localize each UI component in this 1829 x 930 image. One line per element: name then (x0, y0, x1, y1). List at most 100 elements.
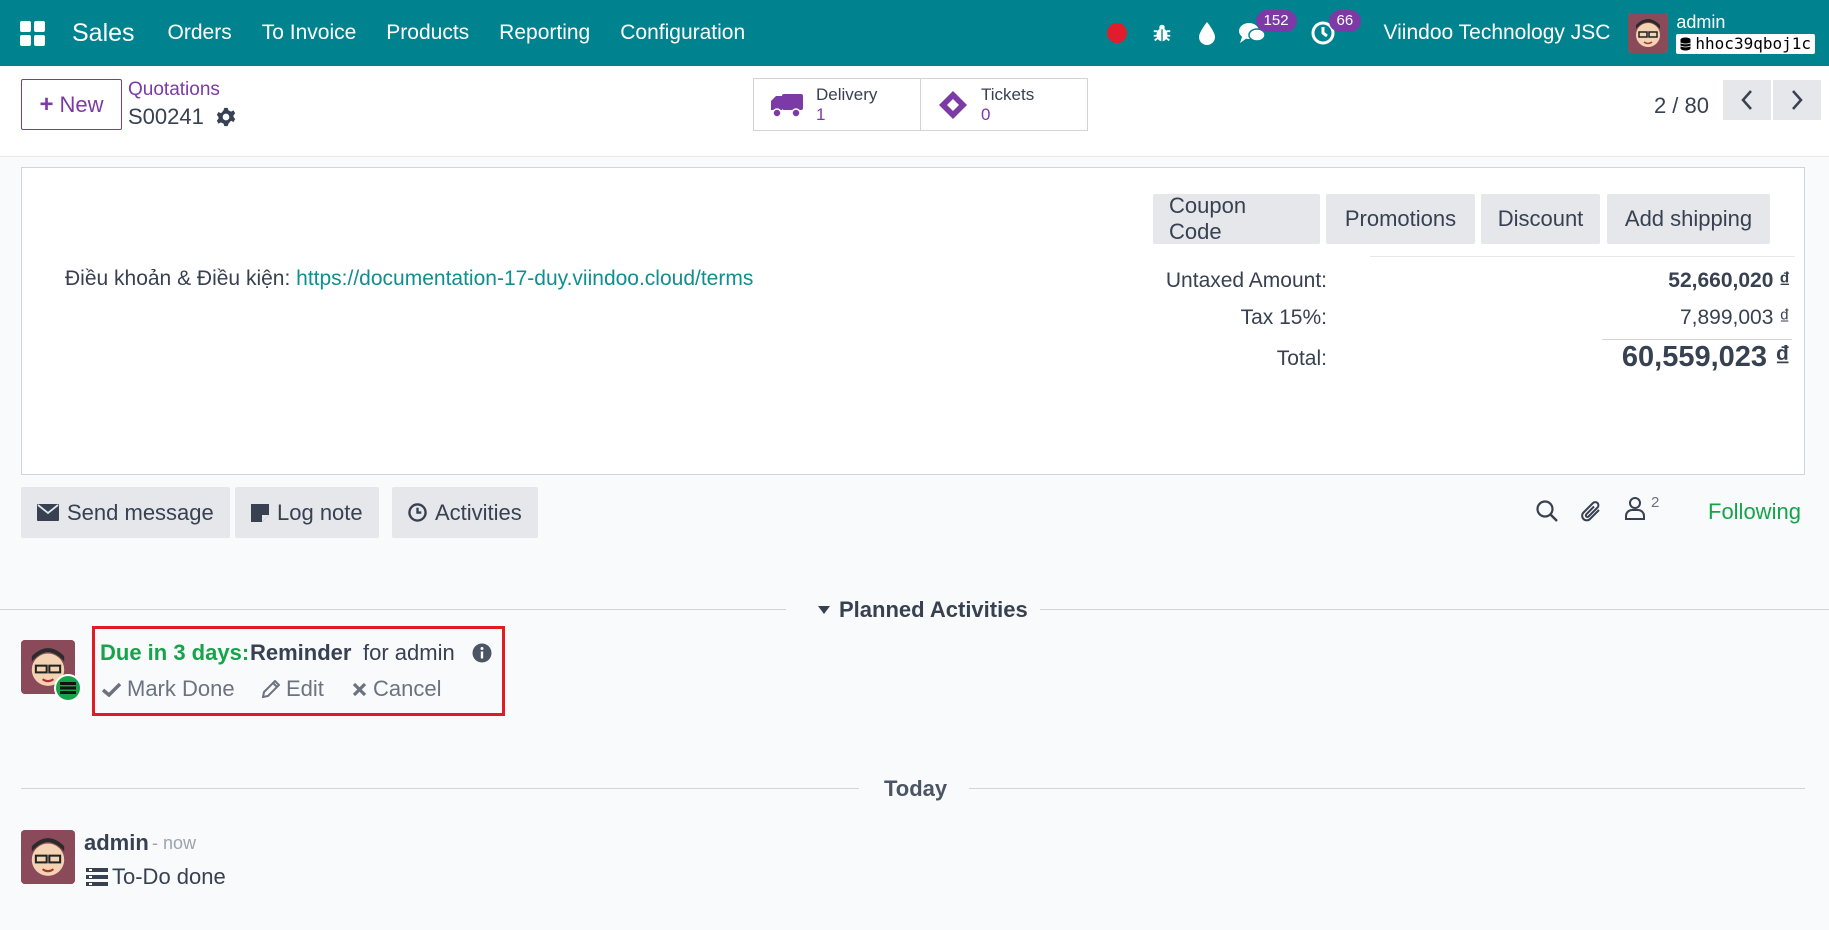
envelope-icon (37, 504, 59, 521)
new-button-label: New (59, 91, 104, 117)
message-author-avatar[interactable] (21, 830, 75, 884)
planned-activities-toggle[interactable]: Planned Activities (817, 597, 1028, 623)
terms-link[interactable]: https://documentation-17-duy.viindoo.clo… (296, 267, 753, 290)
cancel-label: Cancel (373, 676, 442, 701)
coupon-code-button[interactable]: Coupon Code (1153, 193, 1320, 244)
user-menu[interactable]: admin hhoc39qboj1c (1676, 13, 1815, 54)
log-note-button[interactable]: Log note (235, 487, 379, 538)
sticky-note-icon (251, 503, 269, 522)
caret-down-icon (818, 606, 830, 614)
record-name: S00241 (128, 104, 204, 129)
todo-list-icon (86, 868, 108, 886)
ticket-icon (939, 90, 967, 119)
tickets-count: 0 (981, 104, 991, 124)
paperclip-icon[interactable] (1580, 499, 1604, 525)
apps-menu-icon[interactable] (0, 0, 64, 66)
clock-icon (408, 503, 427, 522)
company-switcher[interactable]: Viindoo Technology JSC (1384, 21, 1611, 45)
new-button[interactable]: + New (21, 79, 122, 130)
user-avatar[interactable] (1628, 13, 1669, 53)
activity-assignee: for admin (363, 640, 455, 665)
followers-count: 2 (1651, 494, 1660, 511)
delivery-label: Delivery (816, 84, 878, 104)
control-panel: + New Quotations S00241 Delivery 1 Ticke… (0, 66, 1829, 157)
search-icon[interactable] (1535, 499, 1559, 523)
pager-next-button[interactable] (1773, 80, 1821, 120)
totals-divider (1370, 256, 1795, 257)
close-icon (352, 682, 367, 696)
add-shipping-button[interactable]: Add shipping (1607, 194, 1770, 244)
activities-count-badge: 66 (1328, 10, 1362, 32)
database-name: hhoc39qboj1c (1695, 33, 1811, 53)
activities-clock-icon[interactable]: 66 (1301, 0, 1362, 66)
today-divider-left (21, 788, 859, 789)
form-sheet: Coupon Code Promotions Discount Add ship… (21, 167, 1805, 475)
activities-label: Activities (435, 499, 522, 525)
tax-value: 7,899,003 ₫ (1679, 306, 1790, 329)
delivery-smart-button[interactable]: Delivery 1 (753, 78, 921, 131)
followers-button[interactable]: 2 (1624, 494, 1659, 525)
message-time: - now (152, 833, 197, 853)
messages-count-badge: 152 (1255, 10, 1297, 32)
pager-previous-button[interactable] (1723, 80, 1771, 120)
menu-reporting[interactable]: Reporting (499, 21, 590, 45)
messages-icon[interactable]: 152 (1230, 0, 1297, 66)
send-message-label: Send message (67, 499, 214, 525)
chevron-left-icon (1741, 90, 1752, 110)
tickets-label: Tickets (981, 84, 1035, 104)
database-badge: hhoc39qboj1c (1676, 33, 1815, 54)
check-icon (102, 682, 121, 697)
log-note-label: Log note (277, 499, 363, 525)
untaxed-amount-label: Untaxed Amount: (1165, 269, 1327, 292)
message-author[interactable]: admin (84, 830, 149, 856)
menu-products[interactable]: Products (386, 21, 469, 45)
following-button[interactable]: Following (1708, 499, 1801, 525)
mark-done-label: Mark Done (127, 676, 235, 701)
today-divider-right (969, 788, 1805, 789)
terms-conditions: Điều khoản & Điều kiện: https://document… (65, 267, 753, 291)
info-icon[interactable] (472, 643, 492, 663)
chevron-right-icon (1792, 90, 1803, 110)
mark-done-button[interactable]: Mark Done (102, 676, 235, 702)
gear-icon[interactable] (216, 107, 236, 127)
edit-label: Edit (286, 676, 324, 701)
edit-activity-button[interactable]: Edit (262, 676, 324, 702)
total-divider (1602, 339, 1792, 340)
app-name[interactable]: Sales (72, 19, 135, 48)
database-icon (1680, 37, 1692, 50)
today-title: Today (884, 776, 948, 801)
discount-button[interactable]: Discount (1481, 194, 1600, 244)
cancel-activity-button[interactable]: Cancel (352, 676, 441, 702)
menu-configuration[interactable]: Configuration (620, 21, 745, 45)
bug-icon[interactable] (1140, 0, 1185, 66)
activity-type: Reminder (250, 640, 352, 665)
message-body: To-Do done (86, 864, 226, 890)
total-label: Total: (1276, 347, 1327, 370)
promotions-button[interactable]: Promotions (1326, 194, 1475, 244)
planned-divider-right (1040, 609, 1829, 610)
pencil-icon (262, 680, 280, 698)
top-navbar: Sales Orders To Invoice Products Reporti… (0, 0, 1829, 66)
breadcrumb-quotations[interactable]: Quotations (128, 79, 220, 101)
menu-to-invoice[interactable]: To Invoice (262, 21, 357, 45)
color-drop-icon[interactable] (1185, 0, 1230, 66)
message-text: To-Do done (112, 864, 226, 889)
plus-icon: + (39, 90, 54, 118)
tickets-smart-button[interactable]: Tickets 0 (920, 78, 1088, 131)
user-name: admin (1676, 11, 1726, 32)
delivery-count: 1 (816, 104, 826, 124)
terms-label: Điều khoản & Điều kiện: (65, 267, 291, 290)
planned-activities-title: Planned Activities (839, 597, 1028, 622)
total-value: 60,559,023 ₫ (1621, 341, 1790, 373)
pager-value[interactable]: 2 / 80 (1654, 86, 1709, 126)
truck-icon (771, 93, 803, 118)
send-message-button[interactable]: Send message (21, 487, 230, 538)
tax-label: Tax 15%: (1240, 306, 1327, 329)
activity-due: Due in 3 days: (100, 640, 250, 665)
activities-button[interactable]: Activities (392, 487, 538, 538)
record-indicator-icon[interactable] (1095, 0, 1140, 66)
menu-orders[interactable]: Orders (168, 21, 232, 45)
user-icon (1625, 497, 1645, 520)
untaxed-amount-value: 52,660,020 ₫ (1668, 269, 1790, 292)
activity-type-icon (54, 674, 82, 702)
